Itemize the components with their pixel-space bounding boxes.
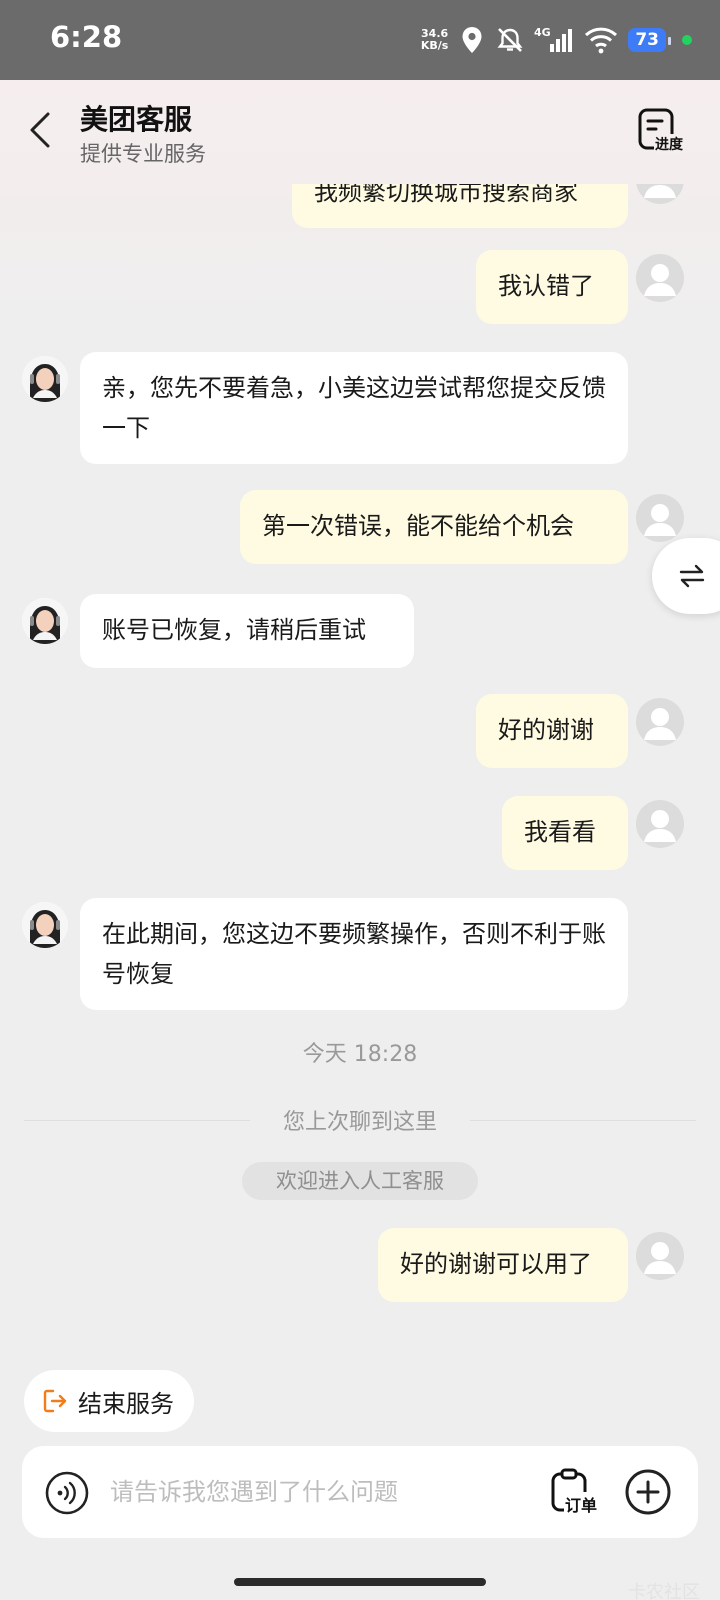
chat-bubble-user[interactable]: 第一次错误，能不能给个机会 — [240, 490, 628, 564]
agent-avatar-icon — [22, 598, 68, 644]
progress-button[interactable]: 进度 — [638, 108, 690, 154]
input-bar: 订单 — [22, 1446, 698, 1538]
swap-arrows-icon — [679, 564, 705, 588]
user-avatar[interactable] — [636, 184, 684, 204]
home-indicator[interactable] — [234, 1578, 486, 1586]
signal-4g-icon: 4G — [534, 26, 574, 54]
page-title: 美团客服 — [80, 103, 193, 136]
chevron-left-icon — [30, 112, 50, 148]
user-silhouette-icon — [644, 708, 676, 740]
chat-bubble-user[interactable]: 我看看 — [502, 796, 628, 870]
voice-button[interactable] — [44, 1470, 90, 1516]
agent-avatar[interactable] — [22, 598, 68, 644]
user-silhouette-icon — [644, 264, 676, 296]
privacy-dot — [682, 35, 692, 45]
user-silhouette-icon — [644, 185, 676, 198]
chat-bubble-agent[interactable]: 账号已恢复，请稍后重试 — [80, 594, 414, 668]
chat-bubble-agent[interactable]: 在此期间，您这边不要频繁操作，否则不利于账号恢复 — [80, 898, 628, 1010]
user-avatar[interactable] — [636, 800, 684, 848]
watermark-text: 卡农社区 — [628, 1582, 700, 1600]
user-silhouette-icon — [644, 504, 676, 536]
user-avatar[interactable] — [636, 494, 684, 542]
chat-bubble-user[interactable]: 我认错了 — [476, 250, 628, 324]
user-avatar[interactable] — [636, 1232, 684, 1280]
user-avatar[interactable] — [636, 254, 684, 302]
agent-avatar[interactable] — [22, 902, 68, 948]
chat-timestamp: 今天 18:28 — [302, 1042, 418, 1067]
chat-bubble-user[interactable]: 好的谢谢 — [476, 694, 628, 768]
status-time: 6:28 — [50, 20, 123, 54]
divider-line — [470, 1120, 696, 1121]
back-button[interactable] — [22, 108, 58, 152]
end-service-label: 结束服务 — [78, 1389, 174, 1418]
battery-indicator: 73 — [628, 28, 671, 52]
chat-bubble-user[interactable]: 我频繁切换城市搜索商家 — [292, 184, 628, 228]
page-subtitle: 提供专业服务 — [80, 142, 206, 166]
network-speed: 34.6 KB/s — [420, 27, 449, 52]
location-icon — [458, 26, 486, 54]
exit-icon — [43, 1389, 67, 1413]
svg-text:4G: 4G — [534, 26, 551, 39]
plus-circle-icon — [625, 1469, 671, 1515]
add-button[interactable] — [622, 1466, 674, 1518]
wifi-icon — [584, 26, 618, 54]
order-button[interactable]: 订单 — [550, 1468, 610, 1520]
message-input[interactable] — [110, 1468, 530, 1516]
agent-avatar[interactable] — [22, 356, 68, 402]
status-icons: 34.6 KB/s 4G 73 — [421, 22, 692, 58]
progress-label: 进度 — [654, 134, 684, 154]
status-bar: 6:28 34.6 KB/s 4G 73 — [0, 0, 720, 80]
end-service-button[interactable]: 结束服务 — [24, 1370, 194, 1432]
chat-bubble-user[interactable]: 好的谢谢可以用了 — [378, 1228, 628, 1302]
user-silhouette-icon — [644, 1242, 676, 1274]
mute-bell-icon — [496, 26, 524, 54]
chat-list[interactable]: 我频繁切换城市搜索商家 我认错了 亲，您先不要着急，小美这边尝试帮您提交反馈一下… — [0, 184, 720, 1334]
user-silhouette-icon — [644, 810, 676, 842]
switch-button[interactable] — [652, 538, 720, 614]
order-label: 订单 — [564, 1492, 599, 1516]
chat-bubble-agent[interactable]: 亲，您先不要着急，小美这边尝试帮您提交反馈一下 — [80, 352, 628, 464]
welcome-notice: 欢迎进入人工客服 — [242, 1162, 478, 1200]
voice-icon — [45, 1471, 89, 1515]
user-avatar[interactable] — [636, 698, 684, 746]
agent-avatar-icon — [22, 356, 68, 402]
agent-avatar-icon — [22, 902, 68, 948]
